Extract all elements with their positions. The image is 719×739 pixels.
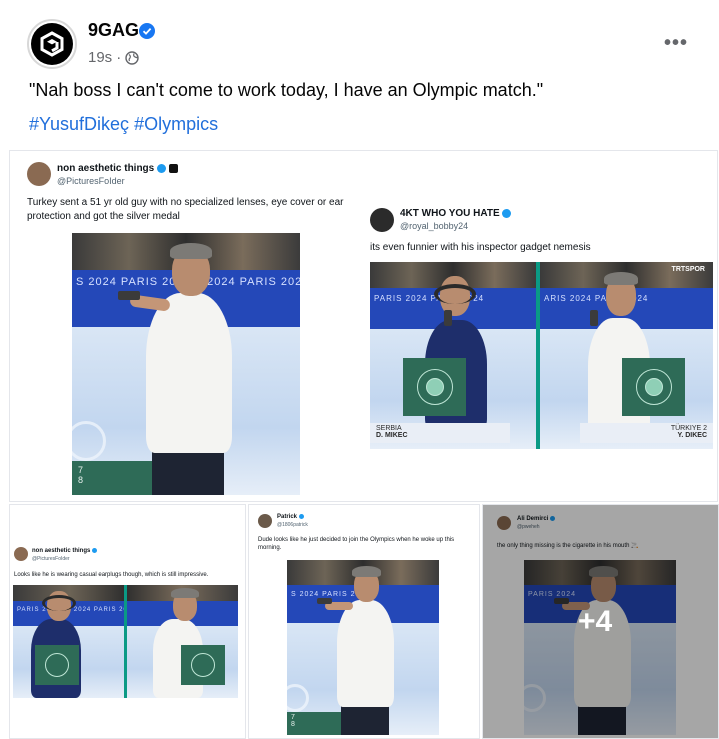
- verified-badge-icon: [92, 548, 98, 553]
- post-meta: 19s ·: [88, 49, 139, 66]
- verified-badge-icon: [139, 23, 155, 39]
- target-ring: [45, 653, 69, 677]
- target-overlay: [35, 645, 79, 685]
- split-left: PARIS 2024 PARIS 2024 SERBIA D. MIKEC: [370, 262, 536, 449]
- target-ring: [191, 653, 215, 677]
- shooter-pants: [341, 703, 389, 735]
- shooter-pants: [152, 448, 224, 495]
- tweet-text: Looks like he is wearing casual earplugs…: [14, 572, 209, 578]
- shooter-shirt: [337, 600, 394, 707]
- shooter-hair: [170, 243, 212, 259]
- globe-icon: [125, 50, 139, 65]
- target-overlay: [403, 358, 466, 416]
- verified-badge-icon: [157, 163, 167, 173]
- media-cell-1[interactable]: non aesthetic things @PicturesFoIder Tur…: [9, 150, 718, 502]
- more-options-button[interactable]: •••: [664, 32, 688, 55]
- verified-badge-icon: [502, 208, 512, 218]
- broadcast-lower-third: SERBIA D. MIKEC: [370, 423, 510, 443]
- target-overlay: 78: [72, 461, 152, 495]
- tweet-text: its even funnier with his inspector gadg…: [370, 242, 591, 253]
- hashtag-link[interactable]: #YusufDikeç: [29, 114, 129, 134]
- facebook-post: 9GAG 19s · ••• "Nah boss I can't come to…: [0, 0, 719, 739]
- media-cell-3[interactable]: Patrick @1806patrick Dude looks like he …: [248, 504, 480, 739]
- pistol: [118, 291, 140, 300]
- post-timestamp[interactable]: 19s: [88, 49, 112, 66]
- page-name[interactable]: 9GAG: [88, 20, 139, 41]
- verified-badge-icon: [298, 514, 304, 519]
- tweet-handle: @PicturesFoIder: [32, 556, 70, 562]
- tweet-photo: PARIS 2024 PARIS 2024 SERBIA D. MIKEC AR…: [370, 262, 713, 449]
- shooter-hair: [352, 566, 381, 577]
- 9gag-logo-icon: [31, 23, 73, 65]
- tweet-handle: @PicturesFoIder: [57, 176, 125, 186]
- post-caption: "Nah boss I can't come to work today, I …: [29, 80, 544, 100]
- tweet-avatar: [27, 162, 51, 186]
- target-overlay: 78: [287, 712, 341, 735]
- split-divider: [124, 585, 127, 698]
- broadcast-lower-third: TÜRKIYE 2 Y. DIKEC: [580, 423, 713, 443]
- tweet-photo: PARIS 20 ARIS 2024 PARIS 20: [13, 585, 238, 698]
- shooter-shirt: [146, 293, 232, 453]
- tweet-photo: S 2024 PARIS 2024 S 2024 PARIS 2024 78: [72, 233, 300, 495]
- split-right: ARIS 2024 PARIS 2024 TRTSPOR TÜRKIYE 2 Y…: [540, 262, 713, 449]
- meta-separator: ·: [116, 49, 122, 66]
- hashtags: #YusufDikeç #Olympics: [29, 114, 223, 135]
- target-overlay: [622, 358, 685, 416]
- tweet-text: Turkey sent a 51 yr old guy with no spec…: [27, 197, 344, 222]
- page-avatar[interactable]: [27, 19, 77, 69]
- affiliate-badge-icon: [168, 163, 178, 173]
- tweet-handle: @1806patrick: [277, 522, 308, 528]
- media-cell-4[interactable]: Ali Demirci @pweheh the only thing missi…: [482, 504, 719, 739]
- shooter-hair: [171, 588, 199, 598]
- tweet-text: Dude looks like he just decided to join …: [258, 537, 455, 552]
- tweet-avatar: [14, 547, 28, 561]
- target-ring: [645, 378, 663, 396]
- headset: [434, 284, 476, 304]
- tweet-author-name: non aesthetic things: [57, 163, 178, 174]
- tweet-author-name: Patrick: [277, 514, 304, 520]
- media-cell-2[interactable]: non aesthetic things @PicturesFoIder Loo…: [9, 504, 246, 739]
- tweet-author-name: 4KT WHO YOU HATE: [400, 208, 512, 219]
- shooter-hair: [604, 272, 638, 285]
- tweet-author-name: non aesthetic things: [32, 548, 98, 554]
- broadcaster-logo: TRTSPOR: [671, 266, 705, 273]
- pistol: [590, 310, 598, 326]
- target-overlay: [181, 645, 225, 685]
- tweet-photo: S 2024 PARIS 2024 78: [287, 560, 439, 735]
- more-photos-count[interactable]: +4: [578, 605, 612, 639]
- pistol: [444, 310, 452, 326]
- tweet-avatar: [370, 208, 394, 232]
- hashtag-link[interactable]: #Olympics: [134, 114, 218, 134]
- target-ring: [426, 378, 444, 396]
- tweet-avatar: [258, 514, 272, 528]
- headset: [42, 595, 76, 611]
- tweet-handle: @royal_bobby24: [400, 221, 469, 231]
- pistol: [317, 598, 332, 604]
